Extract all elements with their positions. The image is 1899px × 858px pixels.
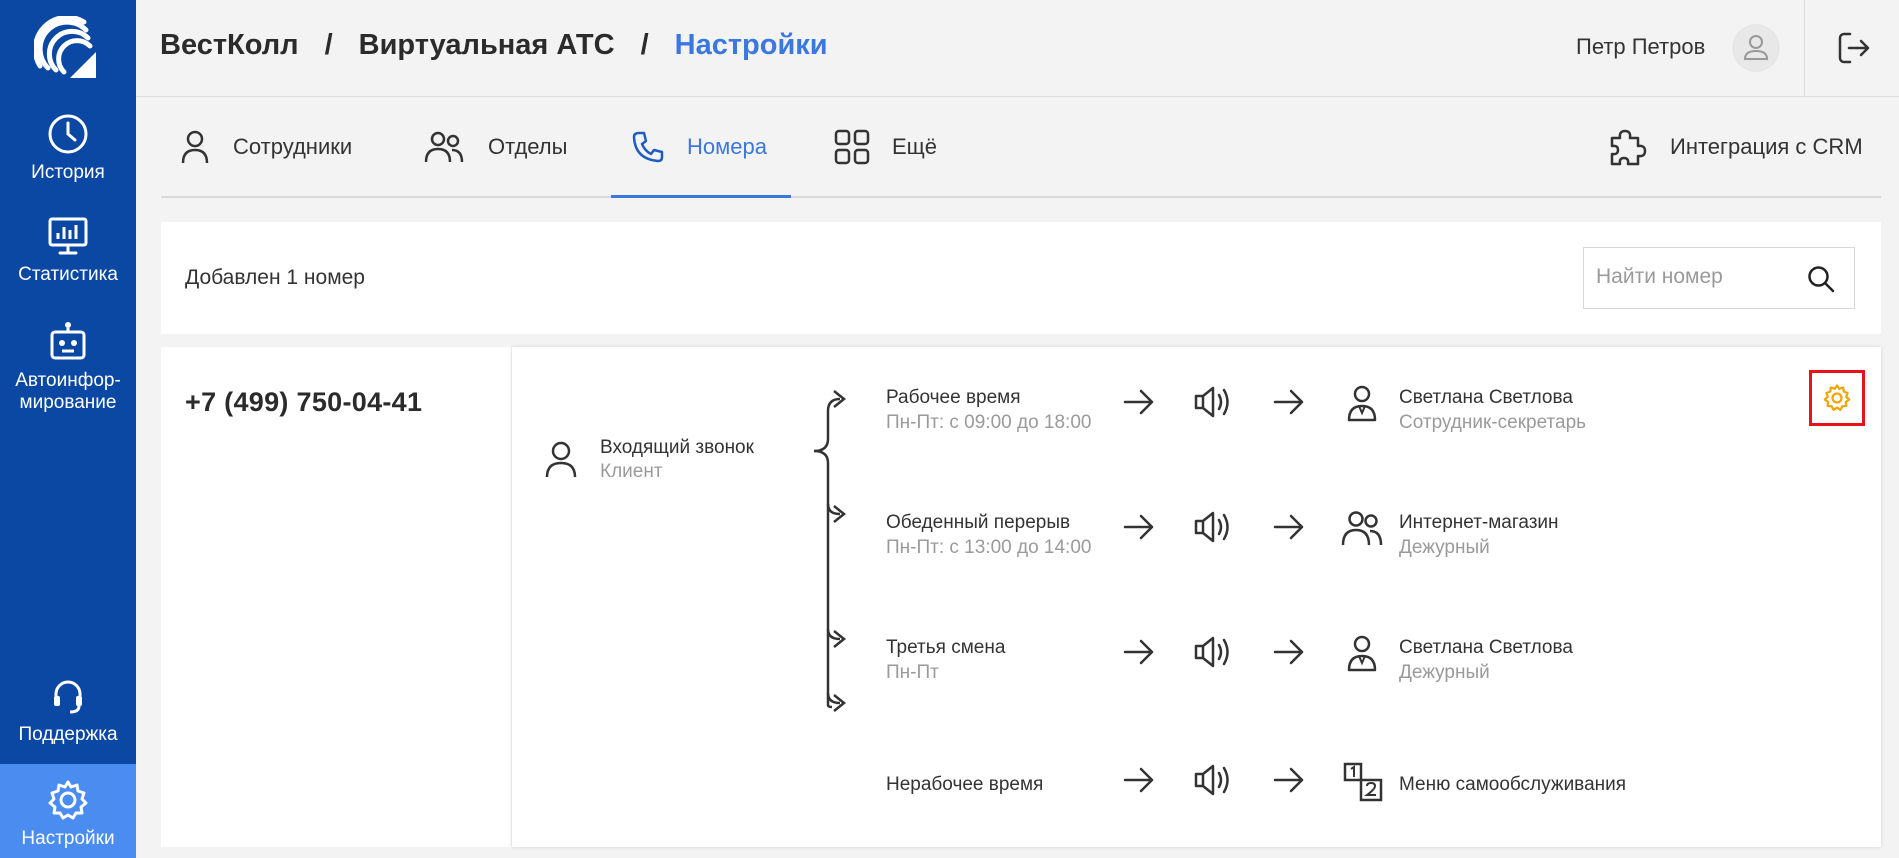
greeting-speaker-icon[interactable] bbox=[1192, 508, 1234, 546]
sidebar-item-autoinform[interactable]: Автоинфор-мирование bbox=[0, 320, 136, 414]
incoming-subtitle: Клиент bbox=[600, 461, 663, 482]
tab-numbers[interactable]: Номера bbox=[611, 98, 791, 198]
target-role: Сотрудник-секретарь bbox=[1399, 412, 1587, 433]
gear-icon bbox=[48, 780, 88, 820]
target-role: Дежурный bbox=[1399, 537, 1490, 558]
grid-icon bbox=[834, 129, 870, 165]
header: ВестКолл / Виртуальная АТС / Настройки Петр … bbox=[136, 0, 1899, 97]
logo bbox=[34, 16, 96, 78]
header-divider bbox=[1804, 0, 1805, 96]
greeting-speaker-icon[interactable] bbox=[1192, 633, 1234, 671]
clock-icon bbox=[48, 114, 88, 154]
people-icon bbox=[424, 131, 464, 163]
arrow-right-icon bbox=[1273, 514, 1304, 540]
arrow-right-icon bbox=[1123, 514, 1154, 540]
tab-label: Номера bbox=[687, 134, 767, 159]
department-icon bbox=[1341, 511, 1383, 546]
target-title[interactable]: Светлана Светлова bbox=[1399, 387, 1573, 409]
robot-icon bbox=[50, 322, 86, 360]
number-settings-button[interactable] bbox=[1809, 370, 1865, 426]
arrow-right-icon bbox=[1273, 639, 1304, 665]
sidebar-item-label: Поддержка bbox=[18, 724, 118, 745]
routing-card: Входящий звонок Клиент Рабочее время Пн-… bbox=[512, 347, 1881, 847]
employee-icon bbox=[1347, 635, 1377, 672]
headset-icon bbox=[54, 680, 82, 714]
rule-schedule: Пн-Пт: с 09:00 до 18:00 bbox=[886, 412, 1092, 433]
numbers-toolbar: Добавлен 1 номер bbox=[161, 222, 1881, 334]
tabs-bar: Сотрудники Отделы Номера Ещё Интеграция … bbox=[161, 98, 1881, 198]
breadcrumb: ВестКолл / Виртуальная АТС / Настройки bbox=[160, 29, 828, 62]
rule-schedule: Пн-Пт bbox=[886, 662, 939, 683]
tab-departments[interactable]: Отделы bbox=[422, 98, 567, 196]
breadcrumb-current: Настройки bbox=[674, 29, 828, 61]
monitor-chart-icon bbox=[48, 217, 88, 255]
rule-schedule: Пн-Пт: с 13:00 до 14:00 bbox=[886, 537, 1092, 558]
sidebar-item-label: Статистика bbox=[18, 264, 118, 285]
breadcrumb-separator: / bbox=[640, 29, 649, 61]
ivr-menu-icon bbox=[1343, 762, 1383, 802]
branch-brace bbox=[814, 390, 847, 712]
greeting-speaker-icon[interactable] bbox=[1192, 383, 1234, 421]
tab-label: Ещё bbox=[892, 134, 938, 159]
sidebar-item-history[interactable]: История bbox=[0, 112, 136, 184]
target-title[interactable]: Меню самообслуживания bbox=[1399, 774, 1626, 796]
rule-title[interactable]: Нерабочее время bbox=[886, 774, 1043, 796]
sidebar-item-settings[interactable]: Настройки bbox=[0, 764, 136, 858]
crm-integration-link[interactable]: Интеграция с CRM bbox=[1606, 98, 1863, 196]
arrow-right-icon bbox=[1273, 767, 1304, 793]
phone-icon bbox=[632, 131, 664, 163]
employee-icon bbox=[1347, 385, 1377, 422]
tab-employees[interactable]: Сотрудники bbox=[179, 98, 352, 196]
arrow-right-icon bbox=[1273, 389, 1304, 415]
search-icon[interactable] bbox=[1806, 264, 1836, 294]
logout-icon[interactable] bbox=[1834, 28, 1874, 68]
target-role: Дежурный bbox=[1399, 662, 1490, 683]
avatar[interactable] bbox=[1732, 24, 1780, 72]
greeting-speaker-icon[interactable] bbox=[1192, 761, 1234, 799]
sidebar-item-statistics[interactable]: Статистика bbox=[0, 214, 136, 286]
number-summary: +7 (499) 750-04-41 bbox=[161, 347, 511, 847]
gear-icon bbox=[1823, 384, 1851, 411]
sidebar-item-label: История bbox=[31, 162, 105, 183]
numbers-count: Добавлен 1 номер bbox=[185, 266, 365, 289]
sidebar-item-label: Автоинфор-мирование bbox=[15, 370, 121, 413]
user-name[interactable]: Петр Петров bbox=[1576, 34, 1705, 60]
sidebar: История Статистика Автоинфор-мирование П… bbox=[0, 0, 136, 858]
tab-label: Отделы bbox=[488, 134, 568, 159]
person-icon bbox=[181, 130, 209, 164]
breadcrumb-item[interactable]: ВестКолл bbox=[160, 29, 299, 61]
rule-title[interactable]: Обеденный перерыв bbox=[886, 512, 1070, 534]
incoming-title: Входящий звонок bbox=[600, 437, 754, 458]
arrow-right-icon bbox=[1123, 639, 1154, 665]
target-title[interactable]: Интернет-магазин bbox=[1399, 512, 1559, 534]
search-box bbox=[1583, 247, 1855, 309]
puzzle-icon bbox=[1610, 129, 1647, 166]
arrow-right-icon bbox=[1123, 389, 1154, 415]
client-icon bbox=[545, 441, 577, 478]
arrow-right-icon bbox=[1123, 767, 1154, 793]
tab-label: Интеграция с CRM bbox=[1670, 134, 1863, 159]
sidebar-item-support[interactable]: Поддержка bbox=[0, 674, 136, 746]
rule-title[interactable]: Рабочее время bbox=[886, 387, 1021, 409]
tab-label: Сотрудники bbox=[233, 134, 353, 159]
user-icon bbox=[1743, 35, 1769, 60]
sidebar-item-label: Настройки bbox=[21, 828, 115, 849]
tab-more[interactable]: Ещё bbox=[834, 98, 937, 196]
phone-number[interactable]: +7 (499) 750-04-41 bbox=[185, 387, 422, 418]
target-title[interactable]: Светлана Светлова bbox=[1399, 637, 1573, 659]
breadcrumb-separator: / bbox=[324, 29, 333, 61]
breadcrumb-item[interactable]: Виртуальная АТС bbox=[359, 29, 615, 61]
rule-title[interactable]: Третья смена bbox=[886, 637, 1005, 659]
search-input[interactable] bbox=[1594, 264, 1798, 290]
